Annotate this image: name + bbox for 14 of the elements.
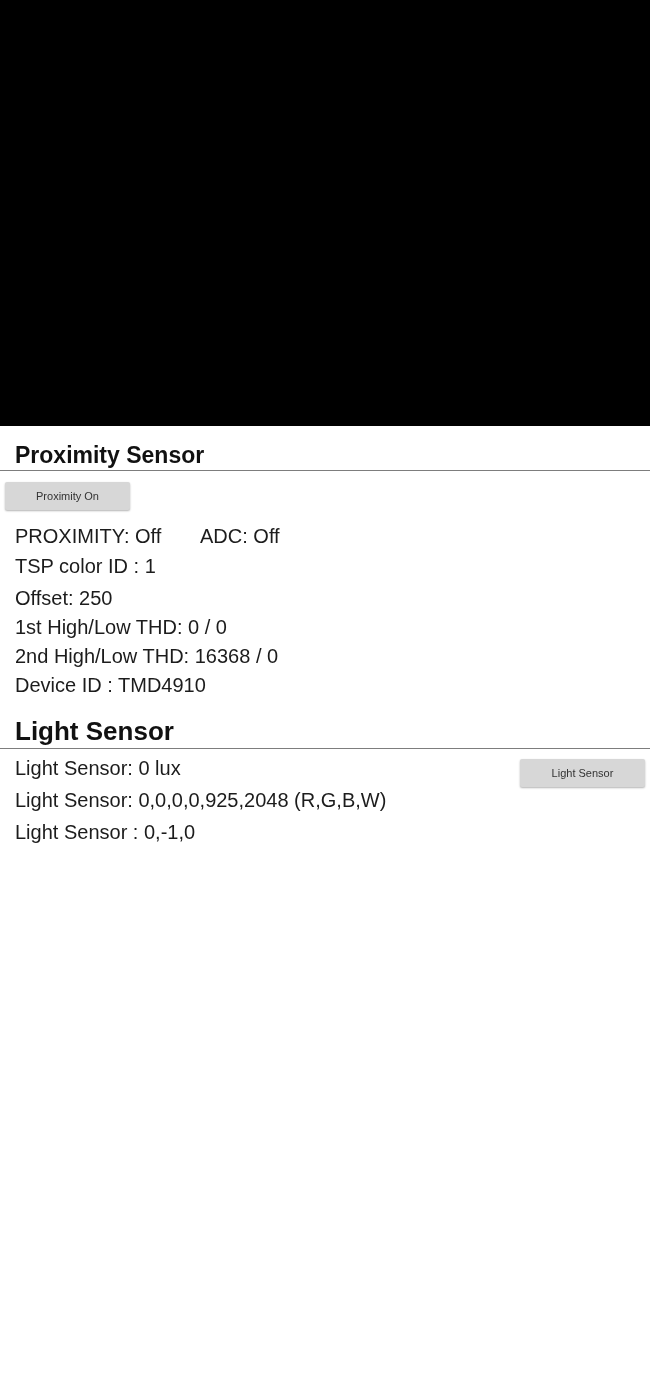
proximity-on-button[interactable]: Proximity On <box>5 482 130 510</box>
sensor-reading: TSP color ID : 1 <box>15 555 156 577</box>
light-sensor-button[interactable]: Light Sensor <box>520 759 645 787</box>
sensor-reading: 1st High/Low THD: 0 / 0 <box>15 616 227 638</box>
sensor-reading: Light Sensor: 0 lux <box>15 757 181 779</box>
status-text: PROXIMITY: Off <box>15 524 163 549</box>
sensor-reading: Device ID : TMD4910 <box>15 674 206 696</box>
sensor-reading: 2nd High/Low THD: 16368 / 0 <box>15 645 279 667</box>
section-title: Light Sensor <box>15 716 174 746</box>
sensor-reading: Light Sensor: 0,0,0,0,925,2048 (R,G,B,W) <box>15 789 387 811</box>
status-text: ADC: Off <box>200 524 280 549</box>
sensor-reading: Light Sensor : 0,-1,0 <box>15 821 196 843</box>
sensor-reading: Offset: 250 <box>15 587 113 609</box>
section-title: Proximity Sensor <box>15 441 205 469</box>
